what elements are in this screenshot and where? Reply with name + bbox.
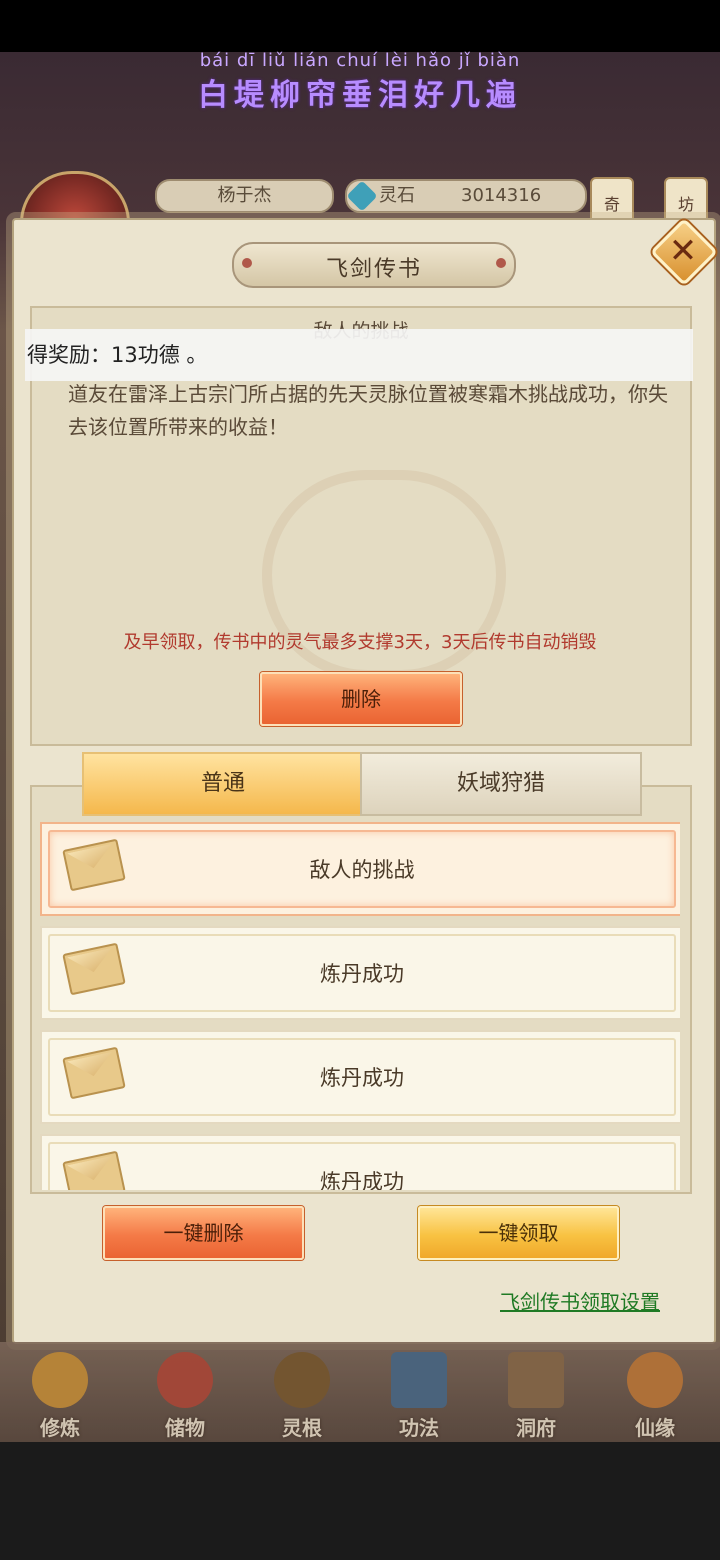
list-item-label: 炼丹成功 [320, 1170, 404, 1190]
title-ornament-icon [496, 258, 506, 268]
spirit-stone-counter: 灵石 3014316 [345, 179, 587, 213]
immortal-fate-icon [627, 1352, 683, 1408]
nav-item-storage[interactable]: 储物 [130, 1342, 240, 1442]
player-name: 杨于杰 [155, 179, 334, 213]
spirit-stone-value: 3014316 [461, 185, 542, 206]
top-hud: 杨于杰 灵石 3014316 奇 坊 [0, 165, 720, 281]
meditating-monk-icon [32, 1352, 88, 1408]
nav-item-technique[interactable]: 功法 [364, 1342, 474, 1442]
list-item[interactable]: 炼丹成功 [40, 926, 680, 1020]
nav-item-spirit-root[interactable]: 灵根 [247, 1342, 357, 1442]
list-item[interactable]: 炼丹成功 [40, 1030, 680, 1124]
mail-list[interactable]: 敌人的挑战 炼丹成功 炼丹成功 炼丹成功 [40, 822, 680, 1190]
tab-demon-hunt[interactable]: 妖域狩猎 [360, 752, 642, 816]
delete-all-button[interactable]: 一键删除 [103, 1206, 304, 1260]
list-item-label: 炼丹成功 [320, 962, 404, 986]
spirit-root-icon [274, 1352, 330, 1408]
lyric-pinyin: bái dī liǔ lián chuí lèi hǎo jǐ biàn [199, 50, 521, 71]
nav-item-fate[interactable]: 仙缘 [600, 1342, 710, 1442]
message-body: 道友在雷泽上古宗门所占据的先天灵脉位置被寒霜木挑战成功，你失去该位置所带来的收益… [68, 382, 668, 439]
expiry-warning: 及早领取，传书中的灵气最多支撑3天，3天后传书自动销毁 [123, 632, 597, 653]
panel-title-plate: 飞剑传书 [232, 242, 516, 288]
close-icon[interactable]: ✕ [655, 224, 711, 278]
panel-title: 飞剑传书 [325, 257, 422, 282]
treasure-bag-icon [157, 1352, 213, 1408]
list-item[interactable]: 敌人的挑战 [40, 822, 680, 916]
list-item[interactable]: 炼丹成功 [40, 1134, 680, 1190]
mail-settings-link[interactable]: 飞剑传书领取设置 [500, 1286, 660, 1315]
nav-label: 修炼 [40, 1416, 80, 1440]
nav-label: 仙缘 [635, 1416, 675, 1440]
claim-all-button[interactable]: 一键领取 [418, 1206, 619, 1260]
delete-button[interactable]: 删除 [260, 672, 462, 726]
status-bar [0, 0, 720, 52]
bottom-bar [0, 1442, 720, 1560]
spirit-stone-label: 灵石 [379, 185, 415, 206]
lyric-overlay: bái dī liǔ lián chuí lèi hǎo jǐ biàn 白堤柳… [0, 50, 720, 114]
nav-item-cultivate[interactable]: 修炼 [5, 1342, 115, 1442]
reward-toast: 得奖励：13功德 。 [25, 329, 693, 381]
nav-label: 功法 [399, 1416, 439, 1440]
nav-label: 灵根 [282, 1416, 322, 1440]
bottom-nav: 修炼 储物 灵根 功法 洞府 仙缘 [0, 1342, 720, 1442]
tab-normal[interactable]: 普通 [82, 752, 364, 816]
nav-label: 洞府 [516, 1416, 556, 1440]
cave-mansion-icon [508, 1352, 564, 1408]
scripture-book-icon [391, 1352, 447, 1408]
list-item-label: 敌人的挑战 [309, 858, 415, 882]
list-item-label: 炼丹成功 [320, 1066, 404, 1090]
spirit-stone-icon [346, 180, 378, 212]
nav-item-cave[interactable]: 洞府 [481, 1342, 591, 1442]
lyric-text: 白堤柳帘垂泪好几遍 [198, 78, 522, 113]
nav-label: 储物 [165, 1416, 205, 1440]
